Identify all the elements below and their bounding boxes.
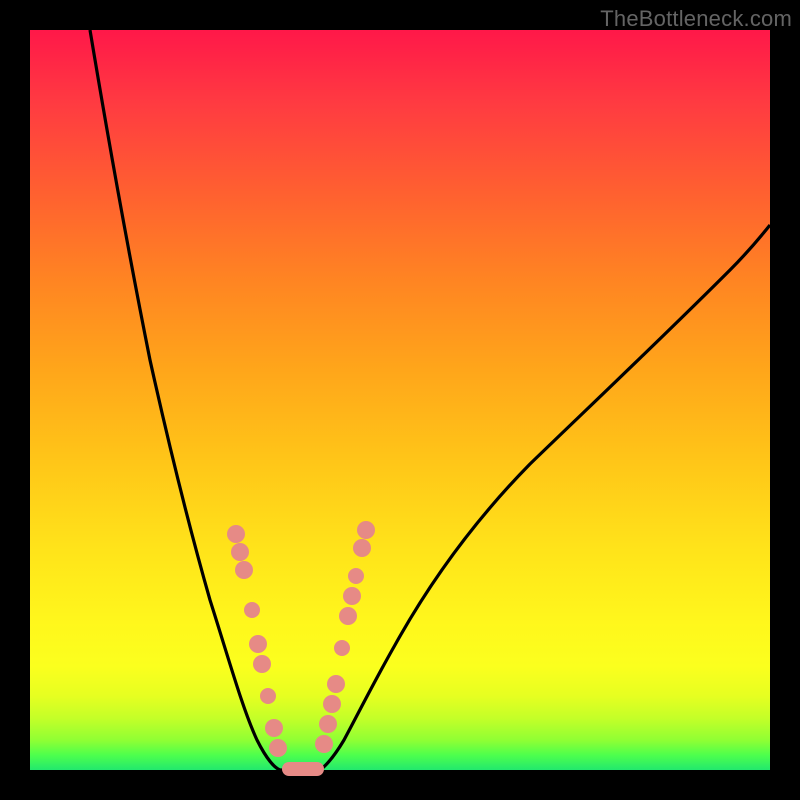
- bead-right: [353, 539, 371, 557]
- bead-left: [253, 655, 271, 673]
- bead-left: [269, 739, 287, 757]
- bead-right: [343, 587, 361, 605]
- bead-left: [231, 543, 249, 561]
- right-curve: [320, 225, 770, 770]
- chart-frame: TheBottleneck.com: [0, 0, 800, 800]
- bead-left: [227, 525, 245, 543]
- bead-right: [348, 568, 364, 584]
- bead-right: [319, 715, 337, 733]
- bead-bottom-capsule: [282, 762, 324, 776]
- bead-left: [249, 635, 267, 653]
- bead-left: [260, 688, 276, 704]
- bead-right: [357, 521, 375, 539]
- curve-svg: [30, 30, 770, 770]
- left-curve: [90, 30, 280, 770]
- bead-right: [327, 675, 345, 693]
- watermark-text: TheBottleneck.com: [600, 6, 792, 32]
- bead-left: [235, 561, 253, 579]
- bead-right: [339, 607, 357, 625]
- bead-right: [334, 640, 350, 656]
- bead-right: [323, 695, 341, 713]
- bead-left: [265, 719, 283, 737]
- plot-area: [30, 30, 770, 770]
- bead-right: [315, 735, 333, 753]
- bead-left: [244, 602, 260, 618]
